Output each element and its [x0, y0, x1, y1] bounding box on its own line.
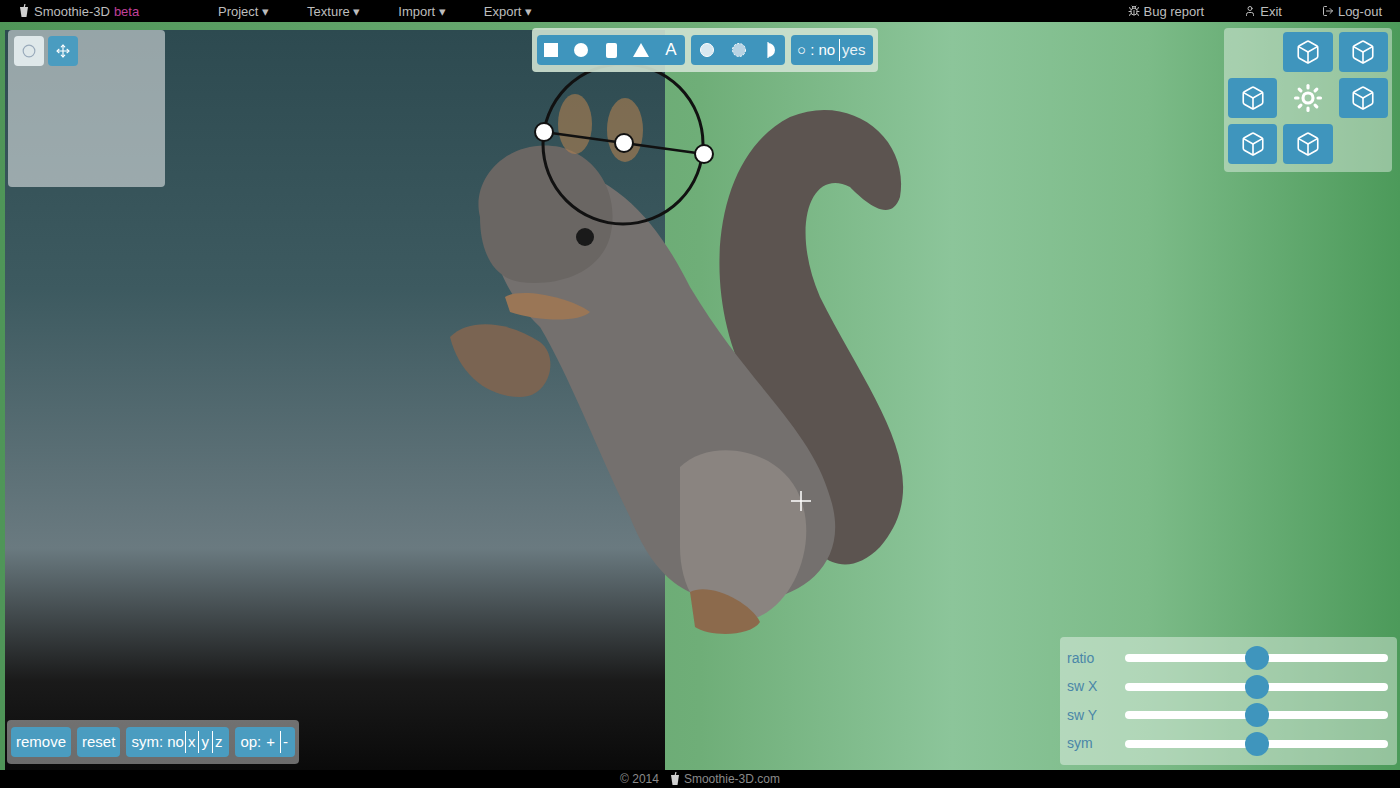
op-label: op:: [240, 731, 261, 754]
toggle-label: ○ :: [797, 39, 814, 62]
cylinder-shape-button[interactable]: [603, 43, 619, 58]
slider-row: ratio: [1067, 645, 1390, 671]
copyright: © 2014: [620, 770, 659, 788]
footer: © 2014 Smoothie-3D.com: [0, 770, 1400, 788]
crosshair-icon: [791, 491, 811, 511]
logo-text: Smoothie-3D: [34, 5, 110, 18]
menu-actions: Bug report Exit Log-out: [1128, 5, 1382, 18]
smooth-mode-icon: [699, 42, 715, 58]
smooth-mode-button[interactable]: [699, 42, 715, 58]
slider-label: sym: [1067, 733, 1125, 754]
canvas[interactable]: A○ :noyesremoveresetsym: noxyzop:+-ratio…: [0, 22, 1400, 770]
op-group: op:+-: [235, 727, 295, 757]
cube-icon: [1240, 85, 1266, 111]
beta-badge: beta: [114, 5, 139, 18]
box-shape-button[interactable]: [543, 43, 559, 57]
toggle-option[interactable]: no: [816, 39, 837, 62]
slider-row: sw Y: [1067, 702, 1390, 728]
select-tool-button[interactable]: [14, 36, 44, 66]
sphere-icon: [574, 43, 588, 57]
view-button[interactable]: [1228, 124, 1277, 164]
shape-group: A: [537, 35, 685, 65]
menu-item[interactable]: Project ▾: [218, 5, 269, 18]
shape-toolbar: A ○ :noyes: [532, 28, 878, 72]
sym-label[interactable]: sym: no: [131, 731, 184, 754]
select-icon: [22, 44, 36, 58]
logout-icon: [1322, 5, 1334, 17]
slider-panel: ratio sw X sw Y sym: [1060, 637, 1397, 765]
cube-icon: [1240, 131, 1266, 157]
slider-row: sw X: [1067, 674, 1390, 700]
footer-site[interactable]: Smoothie-3D.com: [669, 770, 780, 788]
op-option[interactable]: -: [280, 731, 290, 754]
menu-action[interactable]: Log-out: [1322, 5, 1382, 18]
sym-group: sym: noxyz: [126, 727, 229, 757]
view-button[interactable]: [1339, 78, 1388, 118]
soft-mode-icon: [731, 42, 747, 58]
view-panel: [1224, 28, 1392, 172]
toggle-option[interactable]: yes: [839, 39, 867, 62]
slider-track[interactable]: [1125, 683, 1388, 691]
menu-item[interactable]: Import ▾: [398, 5, 445, 18]
half-mode-button[interactable]: [763, 42, 777, 58]
slider-knob[interactable]: [1245, 732, 1269, 756]
half-mode-icon: [763, 42, 777, 58]
light-button[interactable]: [1283, 78, 1332, 118]
edit-bar: removeresetsym: noxyzop:+-: [7, 720, 299, 764]
slider-knob[interactable]: [1245, 703, 1269, 727]
slider-knob[interactable]: [1245, 646, 1269, 670]
slider-track[interactable]: [1125, 654, 1388, 662]
smoothie-logo-icon: [18, 4, 30, 18]
transform-gizmo[interactable]: [533, 62, 723, 232]
soft-mode-button[interactable]: [731, 42, 747, 58]
menu-action[interactable]: Exit: [1244, 5, 1282, 18]
menu-bar: Smoothie-3D beta Project ▾ Texture ▾ Import …: [0, 0, 1400, 22]
slider-label: sw Y: [1067, 705, 1125, 726]
box-icon: [544, 43, 558, 57]
sym-axis[interactable]: x: [185, 731, 198, 754]
app: Smoothie-3D beta Project ▾ Texture ▾ Import …: [0, 0, 1400, 788]
slider-row: sym: [1067, 731, 1390, 757]
cube-icon: [1350, 85, 1376, 111]
reset-button[interactable]: reset: [77, 727, 120, 757]
cone-shape-button[interactable]: [633, 43, 649, 57]
bug-icon: [1128, 5, 1140, 17]
tool-panel: [8, 30, 165, 187]
menus: Project ▾ Texture ▾ Import ▾ Export ▾: [218, 5, 532, 18]
slider-label: sw X: [1067, 676, 1125, 697]
menu-item[interactable]: Texture ▾: [307, 5, 360, 18]
text-shape-button[interactable]: A: [663, 37, 679, 63]
exit-icon: [1244, 5, 1256, 17]
text-shape-label: A: [665, 37, 676, 63]
slider-track[interactable]: [1125, 711, 1388, 719]
cylinder-icon: [606, 43, 617, 58]
smoothie-logo-icon: [669, 772, 681, 786]
op-option[interactable]: +: [264, 731, 277, 754]
remove-button[interactable]: remove: [11, 727, 71, 757]
sym-axis[interactable]: y: [198, 731, 211, 754]
sun-icon: [1293, 83, 1323, 113]
menu-action[interactable]: Bug report: [1128, 5, 1205, 18]
view-button[interactable]: [1283, 32, 1332, 72]
logo[interactable]: Smoothie-3D beta: [18, 4, 218, 18]
toggle: ○ :noyes: [791, 35, 873, 65]
cube-icon: [1295, 131, 1321, 157]
slider-label: ratio: [1067, 648, 1125, 669]
cone-icon: [633, 43, 649, 57]
cube-icon: [1295, 39, 1321, 65]
sym-axis[interactable]: z: [212, 731, 225, 754]
move-icon: [56, 44, 70, 58]
sphere-shape-button[interactable]: [573, 43, 589, 57]
mode-group: [691, 35, 785, 65]
move-tool-button[interactable]: [48, 36, 78, 66]
menu-item[interactable]: Export ▾: [484, 5, 532, 18]
slider-track[interactable]: [1125, 740, 1388, 748]
view-button[interactable]: [1339, 32, 1388, 72]
cube-icon: [1350, 39, 1376, 65]
squirrel-model[interactable]: [450, 97, 930, 642]
view-button[interactable]: [1283, 124, 1332, 164]
view-button[interactable]: [1228, 78, 1277, 118]
slider-knob[interactable]: [1245, 675, 1269, 699]
